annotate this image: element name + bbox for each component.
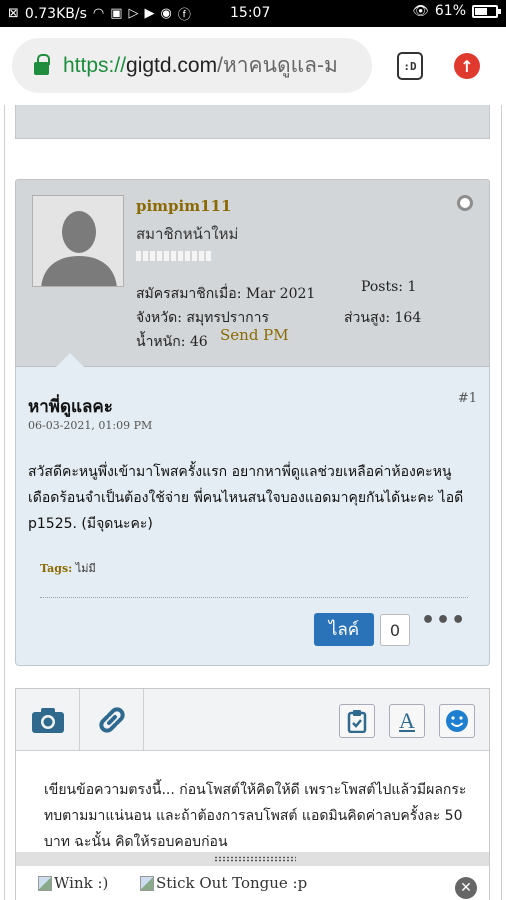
divider	[40, 597, 468, 598]
eye-icon: 👁	[412, 3, 429, 19]
url-host: gigtd.com	[126, 54, 218, 77]
page-content: pimpim111 สมาชิกหน้าใหม่ สมัครสมาชิกเมื่…	[0, 105, 506, 900]
editor-toolbar: A	[16, 689, 489, 751]
facebook-icon: ⓕ	[177, 8, 191, 23]
smiley-tongue[interactable]: Stick Out Tongue :p	[140, 874, 307, 892]
url-path: /หาคนดูแล-ม	[217, 54, 338, 77]
user-weight: น้ำหนัก: 46	[136, 334, 208, 350]
smiley-wink[interactable]: Wink :)	[38, 874, 108, 892]
like-count: 0	[380, 614, 410, 646]
default-avatar-icon	[33, 196, 123, 286]
post-date: 06-03-2021, 01:09 PM	[28, 419, 153, 432]
previous-section	[15, 105, 490, 139]
post-body: สวัสดีคะหนูพึ่งเข้ามาโพสครั้งแรก อยากหาพ…	[28, 464, 464, 532]
play-icon: ▷	[128, 6, 139, 21]
tags-value: ไม่มี	[75, 562, 96, 575]
smiley-tongue-label: Stick Out Tongue :p	[156, 874, 308, 892]
join-date: สมัครสมาชิกเมื่อ: Mar 2021	[136, 286, 316, 302]
broken-image-icon	[140, 875, 154, 891]
user-title: สมาชิกหน้าใหม่	[136, 225, 239, 243]
username-link[interactable]: pimpim111	[136, 197, 231, 215]
vpn-icon: ◉	[160, 6, 172, 21]
url-scheme: https://	[63, 54, 127, 77]
post-count: Posts: 1	[361, 279, 417, 295]
smilies-bar: Wink :) Stick Out Tongue :p ✕	[16, 866, 489, 900]
text-format-icon[interactable]: A	[389, 704, 425, 738]
wifi-icon: ◠	[92, 6, 105, 21]
post-tags: Tags: ไม่มี	[40, 559, 96, 577]
clock: 15:07	[230, 5, 271, 21]
youtube-icon: ▶	[144, 6, 155, 21]
url-text[interactable]: https://gigtd.com/หาคนดูแล-ม	[63, 49, 338, 82]
more-options-button[interactable]: •••	[421, 608, 466, 633]
battery-icon	[472, 4, 501, 18]
post-notch	[56, 353, 84, 367]
link-icon[interactable]	[80, 689, 144, 750]
clipboard-icon[interactable]	[339, 704, 375, 738]
reputation-bar	[136, 251, 211, 261]
lock-icon	[34, 54, 50, 75]
grip-icon	[214, 856, 296, 862]
send-pm-link[interactable]: Send PM	[220, 326, 289, 344]
reply-editor: A เขียนข้อความตรงนี้... ก่อนโพสต์ให้คิดใ…	[15, 688, 490, 900]
tab-switcher-button[interactable]: :D	[397, 52, 423, 80]
post-number-link[interactable]: #1	[458, 391, 477, 406]
offline-status-icon	[457, 195, 473, 211]
message-textarea[interactable]: เขียนข้อความตรงนี้... ก่อนโพสต์ให้คิดให้…	[44, 777, 476, 855]
battery-percent: 61%	[434, 3, 466, 19]
like-button[interactable]: ไลค์	[314, 613, 374, 646]
camera-icon[interactable]	[16, 689, 80, 750]
avatar[interactable]	[32, 195, 124, 287]
editor-resize-handle[interactable]	[16, 852, 489, 866]
browser-toolbar: https://gigtd.com/หาคนดูแล-ม :D ↑	[0, 27, 506, 105]
post-panel: หาพี่ดูแลคะ #1 06-03-2021, 01:09 PM สวัส…	[15, 367, 490, 666]
nfc-icon: ▣	[110, 6, 123, 21]
post-title: หาพี่ดูแลคะ	[28, 397, 113, 417]
status-bar: ⊠ 0.73KB/s ◠ ▣ ▷ ▶ ◉ ⓕ 15:07 👁 61%	[0, 0, 506, 27]
smiley-wink-label: Wink :)	[54, 874, 109, 892]
divider	[501, 105, 502, 900]
tags-label: Tags:	[40, 562, 73, 575]
address-bar[interactable]: https://gigtd.com/หาคนดูแล-ม	[12, 38, 372, 93]
net-speed: 0.73KB/s	[24, 5, 87, 22]
close-icon[interactable]: ✕	[455, 877, 477, 899]
broken-image-icon	[38, 875, 52, 891]
user-height: ส่วนสูง: 164	[344, 310, 422, 326]
sim-off-icon: ⊠	[8, 6, 19, 21]
smiley-icon[interactable]	[439, 704, 475, 738]
battery-fill	[475, 7, 488, 15]
upload-icon[interactable]: ↑	[454, 53, 480, 79]
divider	[4, 105, 5, 900]
